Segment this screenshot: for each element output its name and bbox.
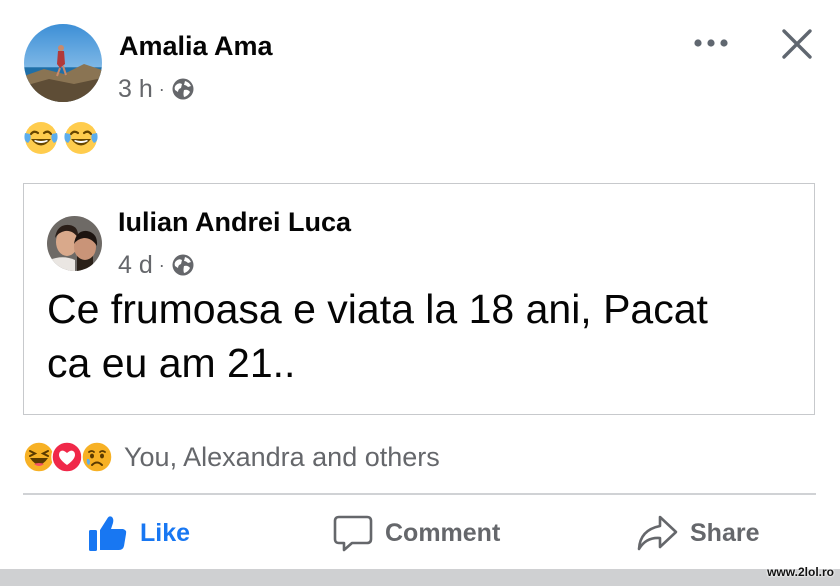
shared-post-text-line: ca eu am 21.. (47, 340, 296, 386)
bottom-bar (0, 569, 840, 586)
reactions-text[interactable]: You, Alexandra and others (124, 442, 440, 473)
meta-separator: · (158, 254, 165, 275)
thumbs-up-icon (89, 516, 127, 551)
more-options-icon (694, 39, 728, 47)
share-icon (637, 515, 678, 551)
shared-post-text-line: Ce frumoasa e viata la 18 ani, Pacat (47, 286, 708, 332)
like-button[interactable]: Like (88, 508, 190, 558)
comment-button[interactable]: Comment (333, 508, 500, 558)
author-name[interactable]: Amalia Ama (119, 31, 273, 62)
shared-author-name[interactable]: Iulian Andrei Luca (118, 207, 351, 238)
share-button[interactable]: Share (636, 508, 759, 558)
close-icon (782, 29, 812, 59)
comment-icon (333, 515, 373, 552)
face-with-tears-of-joy-icon (24, 122, 58, 154)
author-avatar[interactable] (24, 24, 102, 102)
shared-author-avatar-image (47, 216, 102, 271)
shared-post-timestamp[interactable]: 4 d (118, 251, 153, 280)
post-meta: 3 h · (118, 73, 195, 105)
close-button[interactable] (779, 26, 815, 62)
author-avatar-image (24, 24, 102, 102)
shared-post-text: Ce frumoasa e viata la 18 ani, Pacat ca … (47, 282, 787, 390)
globe-icon (172, 78, 194, 100)
like-label: Like (140, 518, 191, 547)
reactions-summary[interactable]: You, Alexandra and others (23, 437, 440, 477)
shared-post-meta: 4 d · (118, 249, 195, 281)
watermark: www.2lol.ro (767, 565, 834, 579)
post-text (22, 118, 102, 158)
share-label: Share (690, 518, 760, 547)
meta-separator: · (158, 78, 165, 99)
reaction-icons (23, 438, 119, 476)
sad-reaction-icon (81, 441, 113, 473)
comment-label: Comment (385, 518, 501, 547)
more-options-button[interactable] (692, 30, 730, 56)
shared-author-avatar[interactable] (47, 216, 102, 271)
face-with-tears-of-joy-icon (64, 122, 98, 154)
post-timestamp[interactable]: 3 h (118, 75, 153, 104)
actions-divider (23, 493, 816, 495)
love-reaction-icon (51, 441, 83, 473)
globe-icon (172, 254, 194, 276)
